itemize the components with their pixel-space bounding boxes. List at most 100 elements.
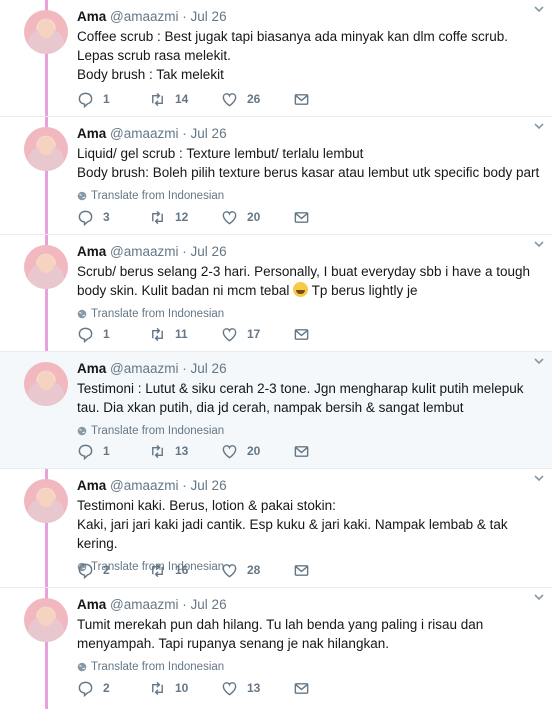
- action-bar: 1 14 26: [77, 89, 365, 109]
- retweet-count: 16: [175, 563, 189, 577]
- translate-link[interactable]: Translate from Indonesian: [77, 423, 540, 439]
- author-name[interactable]: Ama: [77, 361, 106, 376]
- retweet-count: 13: [175, 444, 189, 458]
- separator-dot: ·: [182, 478, 187, 493]
- reply-button[interactable]: 1: [77, 441, 149, 461]
- retweet-icon: [152, 210, 163, 224]
- dm-button[interactable]: [293, 560, 365, 580]
- separator-dot: ·: [182, 126, 187, 141]
- chevron-down-icon[interactable]: [532, 590, 546, 604]
- avatar[interactable]: [24, 245, 68, 289]
- tweet[interactable]: Ama @amaazmi · Jul 26 Testimoni kaki. Be…: [0, 469, 552, 588]
- avatar[interactable]: [24, 10, 68, 54]
- reply-icon: [78, 92, 93, 108]
- timestamp[interactable]: Jul 26: [191, 126, 227, 141]
- tweet-header: Ama @amaazmi · Jul 26: [77, 125, 540, 143]
- tweet-header: Ama @amaazmi · Jul 26: [77, 596, 540, 614]
- retweet-button[interactable]: 10: [149, 678, 221, 698]
- globe-icon: [77, 426, 87, 436]
- timestamp[interactable]: Jul 26: [191, 244, 227, 259]
- retweet-count: 11: [175, 327, 188, 341]
- author-handle[interactable]: @amaazmi: [110, 126, 178, 141]
- grinning-sweat-emoji: [293, 282, 309, 297]
- retweet-button[interactable]: 12: [149, 207, 221, 227]
- translate-label[interactable]: Translate from Indonesian: [91, 659, 224, 675]
- dm-button[interactable]: [293, 441, 365, 461]
- avatar[interactable]: [24, 362, 68, 406]
- chevron-down-icon[interactable]: [532, 471, 546, 485]
- retweet-button[interactable]: 14: [149, 89, 221, 109]
- reply-count: 1: [103, 327, 110, 341]
- tweet[interactable]: Ama @amaazmi · Jul 26 Tumit merekah pun …: [0, 588, 552, 709]
- reply-button[interactable]: 1: [77, 89, 149, 109]
- envelope-icon: [294, 682, 309, 694]
- author-handle[interactable]: @amaazmi: [110, 244, 178, 259]
- author-name[interactable]: Ama: [77, 244, 106, 259]
- translate-link[interactable]: Translate from Indonesian: [77, 659, 540, 675]
- tweet-line: Testimoni : Lutut & siku cerah 2-3 tone.…: [77, 381, 524, 396]
- translate-label[interactable]: Translate from Indonesian: [91, 188, 224, 204]
- heart-icon: [222, 563, 237, 577]
- separator-dot: ·: [182, 597, 187, 612]
- like-button[interactable]: 17: [221, 324, 293, 344]
- author-name[interactable]: Ama: [77, 597, 106, 612]
- like-button[interactable]: 13: [221, 678, 293, 698]
- translate-label[interactable]: Translate from Indonesian: [91, 306, 224, 322]
- author-name[interactable]: Ama: [77, 478, 106, 493]
- tweet-line: Scrub/ berus selang 2-3 hari. Personally…: [77, 264, 531, 279]
- envelope-icon: [294, 211, 309, 223]
- author-handle[interactable]: @amaazmi: [110, 361, 178, 376]
- reply-button[interactable]: 3: [77, 207, 149, 227]
- reply-count: 1: [103, 92, 110, 106]
- tweet-header: Ama @amaazmi · Jul 26: [77, 243, 540, 261]
- reply-icon: [78, 444, 93, 460]
- chevron-down-icon[interactable]: [532, 119, 546, 133]
- translate-link[interactable]: Translate from Indonesian: [77, 188, 540, 204]
- timestamp[interactable]: Jul 26: [191, 597, 227, 612]
- translate-link[interactable]: Translate from Indonesian: [77, 306, 540, 322]
- tweet[interactable]: Ama @amaazmi · Jul 26 Coffee scrub : Bes…: [0, 0, 552, 117]
- chevron-down-icon[interactable]: [532, 237, 546, 251]
- retweet-count: 10: [175, 681, 189, 695]
- author-name[interactable]: Ama: [77, 126, 106, 141]
- avatar[interactable]: [24, 127, 68, 171]
- like-count: 20: [247, 444, 261, 458]
- like-count: 20: [247, 210, 261, 224]
- reply-count: 1: [103, 444, 110, 458]
- globe-icon: [77, 662, 87, 672]
- timestamp[interactable]: Jul 26: [191, 9, 227, 24]
- tweet-text-segment: body skin. Kulit badan ni mcm tebal: [77, 283, 290, 298]
- like-button[interactable]: 28: [221, 560, 293, 580]
- reply-button[interactable]: 2: [77, 678, 149, 698]
- author-handle[interactable]: @amaazmi: [110, 597, 178, 612]
- dm-button[interactable]: [293, 89, 365, 109]
- dm-button[interactable]: [293, 678, 365, 698]
- tweet[interactable]: Ama @amaazmi · Jul 26 Scrub/ berus selan…: [0, 235, 552, 352]
- tweet[interactable]: Ama @amaazmi · Jul 26 Liquid/ gel scrub …: [0, 117, 552, 235]
- retweet-button[interactable]: 13: [149, 441, 221, 461]
- timestamp[interactable]: Jul 26: [191, 361, 227, 376]
- chevron-down-icon[interactable]: [532, 2, 546, 16]
- like-button[interactable]: 20: [221, 441, 293, 461]
- tweet[interactable]: Ama @amaazmi · Jul 26 Testimoni : Lutut …: [0, 352, 552, 469]
- author-handle[interactable]: @amaazmi: [110, 478, 178, 493]
- tweet-line: Coffee scrub : Best jugak tapi biasanya …: [77, 29, 508, 44]
- like-button[interactable]: 26: [221, 89, 293, 109]
- author-name[interactable]: Ama: [77, 9, 106, 24]
- dm-button[interactable]: [293, 324, 365, 344]
- retweet-button[interactable]: 16: [149, 560, 221, 580]
- author-handle[interactable]: @amaazmi: [110, 9, 178, 24]
- reply-button[interactable]: 2: [77, 560, 149, 580]
- translate-label[interactable]: Translate from Indonesian: [91, 423, 224, 439]
- tweet-line: body skin. Kulit badan ni mcm tebal Tp b…: [77, 281, 540, 300]
- retweet-button[interactable]: 11: [149, 324, 221, 344]
- timestamp[interactable]: Jul 26: [191, 478, 227, 493]
- dm-button[interactable]: [293, 207, 365, 227]
- globe-icon: [77, 309, 87, 319]
- reply-button[interactable]: 1: [77, 324, 149, 344]
- avatar[interactable]: [24, 598, 68, 642]
- like-button[interactable]: 20: [221, 207, 293, 227]
- avatar[interactable]: [24, 479, 68, 523]
- chevron-down-icon[interactable]: [532, 354, 546, 368]
- envelope-icon: [294, 564, 309, 576]
